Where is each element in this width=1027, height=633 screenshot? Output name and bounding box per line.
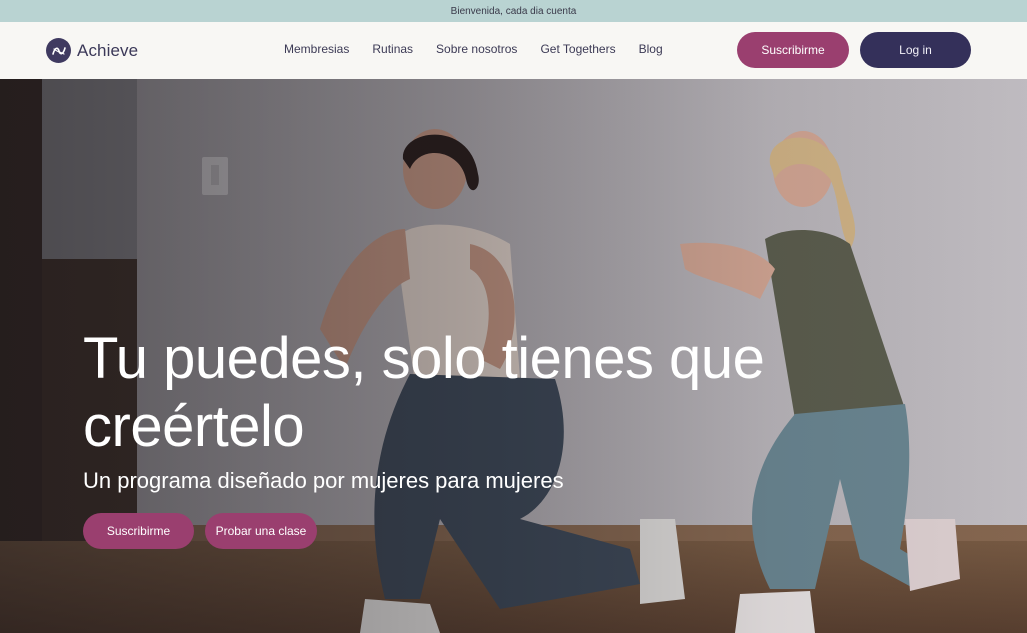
nav-link-rutinas[interactable]: Rutinas [372,42,413,56]
abstract-ribbon-icon [46,38,71,63]
try-class-button[interactable]: Probar una clase [205,513,317,549]
hero-section: Tu puedes, solo tienes que creértelo Un … [0,79,1027,633]
hero-subtitle: Un programa diseñado por mujeres para mu… [83,468,564,493]
announcement-bar: Bienvenida, cada dia cuenta [0,0,1027,22]
main-nav: Membresias Rutinas Sobre nosotros Get To… [284,42,663,56]
hero-subscribe-button[interactable]: Suscribirme [83,513,194,549]
nav-link-get-togethers[interactable]: Get Togethers [540,42,615,56]
brand-name: Achieve [77,40,139,60]
brand-logo-link[interactable]: Achieve [46,38,138,63]
login-button[interactable]: Log in [860,32,971,68]
hero-title: Tu puedes, solo tienes que creértelo [83,326,765,459]
announcement-text: Bienvenida, cada dia cuenta [450,5,577,17]
subscribe-button[interactable]: Suscribirme [737,32,849,68]
nav-link-membresias[interactable]: Membresias [284,42,349,56]
navbar: Achieve Membresias Rutinas Sobre nosotro… [0,22,1027,79]
nav-link-sobre-nosotros[interactable]: Sobre nosotros [436,42,517,56]
nav-link-blog[interactable]: Blog [639,42,663,56]
